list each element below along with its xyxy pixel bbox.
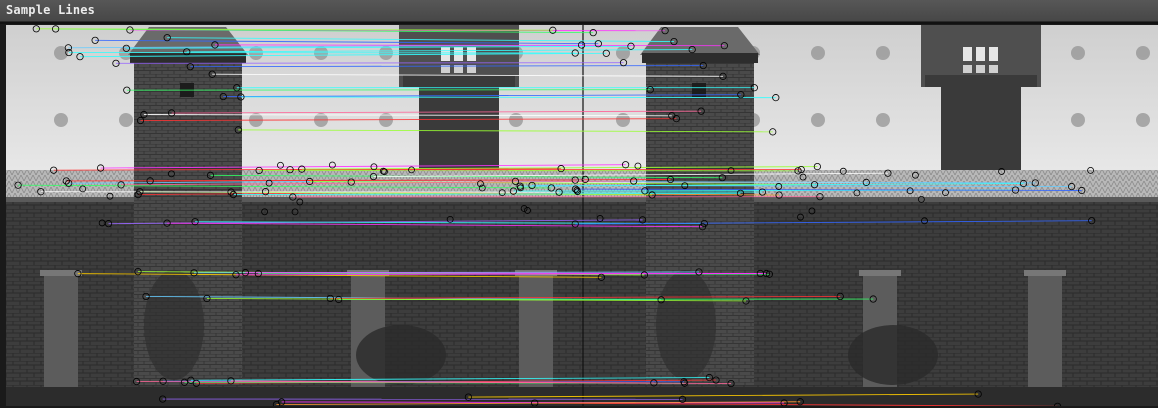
pilaster [519,272,553,387]
tower-window [963,65,972,73]
window-title: Sample Lines [6,3,95,17]
tower-window [976,47,985,61]
calibration-dot [1136,46,1150,60]
tower-window [989,47,998,61]
calibration-dot [1136,113,1150,127]
tower-window [963,47,972,61]
right-view [583,25,1158,406]
title-bar: Sample Lines [0,0,1158,22]
pilaster [1028,272,1062,387]
ivy [356,325,446,385]
water-tower-ledge [925,75,1037,87]
tower-window [976,65,985,73]
ivy [656,270,716,380]
water-tower-shaft [941,80,1021,180]
pilaster [44,272,78,387]
pilaster-cap [1024,270,1066,276]
calibration-dot [811,113,825,127]
water-tower-shaft [419,80,499,180]
calibration-dot [876,46,890,60]
calibration-dot [616,113,630,127]
ivy [848,325,938,385]
stereo-match-image[interactable] [6,25,1158,406]
ivy [144,270,204,380]
pilaster-cap [859,270,901,276]
calibration-dot [54,113,68,127]
app-window: Sample Lines [0,0,1158,406]
left-view [6,25,583,406]
tower-cornice [642,53,758,63]
water-tower-ledge [403,75,515,87]
tower-window [989,65,998,73]
calibration-dot [119,113,133,127]
calibration-dot [1071,113,1085,127]
calibration-dot [876,113,890,127]
image-canvas[interactable] [6,25,1158,406]
calibration-dot [811,46,825,60]
calibration-dot [1071,46,1085,60]
